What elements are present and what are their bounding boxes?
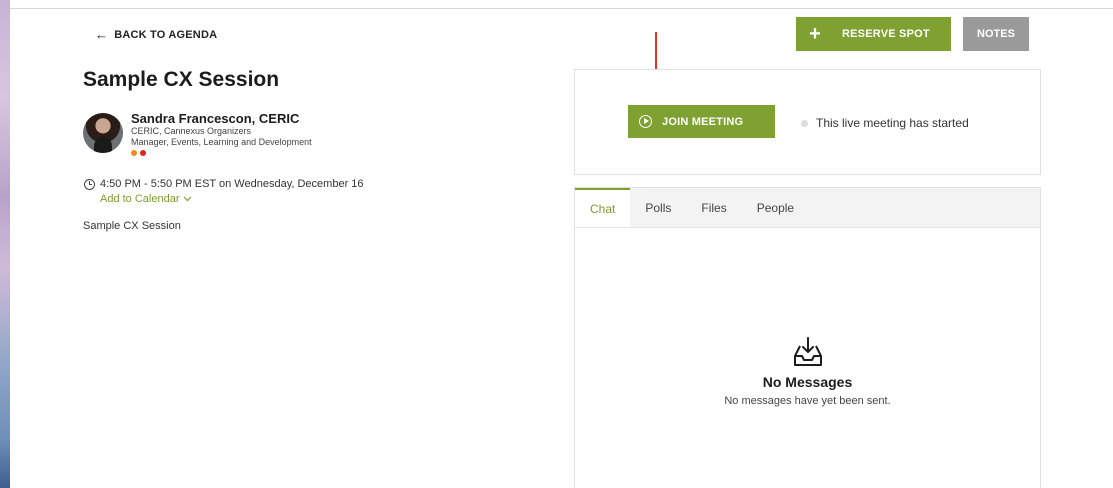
plus-icon: + bbox=[809, 22, 821, 45]
empty-state: No Messages No messages have yet been se… bbox=[575, 336, 1040, 407]
join-meeting-button[interactable]: JOIN MEETING bbox=[628, 105, 775, 138]
session-time: 4:50 PM - 5:50 PM EST on Wednesday, Dece… bbox=[84, 178, 364, 190]
window-edge-strip bbox=[0, 0, 10, 488]
speaker-info: Sandra Francescon, CERIC CERIC, Cannexus… bbox=[131, 111, 312, 156]
tab-people[interactable]: People bbox=[742, 188, 809, 227]
empty-subtitle: No messages have yet been sent. bbox=[724, 395, 891, 407]
live-status: This live meeting has started bbox=[801, 116, 969, 130]
reserve-spot-label: RESERVE SPOT bbox=[842, 28, 930, 40]
speaker-tags bbox=[131, 150, 312, 156]
inbox-download-icon bbox=[793, 337, 822, 366]
back-link-label: BACK TO AGENDA bbox=[114, 28, 218, 41]
empty-title: No Messages bbox=[762, 374, 853, 390]
top-border bbox=[10, 0, 1113, 9]
play-icon bbox=[639, 115, 652, 128]
back-to-agenda-link[interactable]: ← BACK TO AGENDA bbox=[95, 27, 217, 42]
orange-tag-dot bbox=[131, 150, 137, 156]
avatar[interactable] bbox=[83, 113, 123, 153]
session-title: Sample CX Session bbox=[83, 68, 280, 91]
session-description: Sample CX Session bbox=[83, 220, 181, 232]
speaker-role: Manager, Events, Learning and Developmen… bbox=[131, 137, 312, 147]
red-tag-dot bbox=[140, 150, 146, 156]
panel-tabs: Chat Polls Files People bbox=[575, 188, 1040, 228]
add-to-calendar-link[interactable]: Add to Calendar bbox=[100, 193, 192, 205]
speaker-card: Sandra Francescon, CERIC CERIC, Cannexus… bbox=[83, 111, 312, 156]
chat-panel: Chat Polls Files People No Messages No m… bbox=[574, 187, 1041, 488]
session-time-text: 4:50 PM - 5:50 PM EST on Wednesday, Dece… bbox=[100, 178, 364, 190]
join-meeting-label: JOIN MEETING bbox=[662, 115, 744, 128]
notes-button[interactable]: NOTES bbox=[963, 17, 1029, 51]
tab-polls[interactable]: Polls bbox=[630, 188, 686, 227]
reserve-spot-button[interactable]: + RESERVE SPOT bbox=[796, 17, 951, 51]
speaker-organization: CERIC, Cannexus Organizers bbox=[131, 126, 252, 136]
join-meeting-card: JOIN MEETING This live meeting has start… bbox=[574, 69, 1041, 175]
status-dot-icon bbox=[801, 119, 808, 127]
tab-chat[interactable]: Chat bbox=[575, 188, 631, 227]
add-to-calendar-label: Add to Calendar bbox=[100, 193, 180, 205]
live-status-text: This live meeting has started bbox=[816, 116, 969, 130]
chevron-down-icon bbox=[183, 196, 191, 202]
arrow-left-icon: ← bbox=[95, 27, 109, 42]
speaker-name[interactable]: Sandra Francescon, CERIC bbox=[131, 111, 312, 126]
tab-files[interactable]: Files bbox=[686, 188, 741, 227]
clock-icon bbox=[84, 178, 95, 190]
